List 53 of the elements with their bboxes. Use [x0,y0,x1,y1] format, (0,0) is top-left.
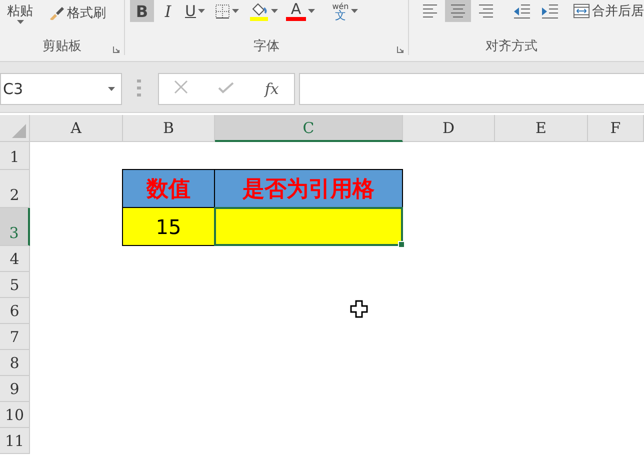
row-header[interactable]: 7 [0,324,30,350]
group-label: 对齐方式 [486,39,538,55]
column-header[interactable]: A [30,115,123,142]
borders-icon [214,4,230,18]
row-header[interactable]: 2 [0,170,30,208]
align-right-icon [478,4,494,18]
column-header[interactable]: F [588,115,644,142]
row-header[interactable]: 6 [0,298,30,324]
name-box[interactable]: C3 [0,73,122,105]
column-header[interactable]: E [495,115,588,142]
cursor-icon [350,300,368,318]
column-header[interactable]: C [215,115,403,142]
paste-button[interactable]: 粘贴 [4,0,36,26]
dialog-launcher-icon[interactable] [113,46,120,53]
row-header[interactable]: 11 [0,428,30,454]
merge-center-button[interactable]: 合并后居 [571,0,644,22]
underline-button[interactable]: U [182,0,208,22]
row-header[interactable]: 9 [0,376,30,402]
dialog-launcher-icon[interactable] [397,46,404,53]
column-header[interactable]: B [123,115,215,142]
fill-handle[interactable] [398,241,405,248]
dropdown-caret-icon [108,87,115,91]
align-left-icon [422,4,438,18]
font-color-button[interactable]: A [282,0,318,22]
bold-button[interactable]: B [130,0,154,22]
checkmark-icon [218,82,234,94]
table-cell[interactable] [214,207,403,246]
row-header[interactable]: 1 [0,142,30,170]
merge-cells-icon [573,3,590,19]
row-header[interactable]: 3 [0,208,30,246]
align-center-button[interactable] [445,0,471,22]
paint-bucket-icon [248,1,269,21]
row-header[interactable]: 4 [0,246,30,272]
paintbrush-icon [49,6,65,20]
increase-indent-icon [541,4,559,18]
dropdown-caret-icon [16,20,24,24]
group-label: 字体 [254,39,280,55]
italic-button[interactable]: I [156,0,180,22]
decrease-indent-icon [513,4,531,18]
close-icon [174,80,188,94]
group-label: 剪贴板 [42,39,82,55]
phonetic-guide-button[interactable]: wén 文 [328,0,362,22]
align-center-icon [450,4,466,18]
drag-handle-icon[interactable] [136,79,142,99]
format-painter-button[interactable]: 格式刷 [46,2,109,24]
triangle-icon [12,124,26,138]
row-header[interactable]: 10 [0,402,30,428]
row-header[interactable]: 8 [0,350,30,376]
formula-input[interactable] [299,73,644,105]
table-cell[interactable]: 15 [122,207,215,246]
column-header[interactable]: D [403,115,495,142]
insert-function-button[interactable]: fx [260,80,283,98]
row-header[interactable]: 5 [0,272,30,298]
